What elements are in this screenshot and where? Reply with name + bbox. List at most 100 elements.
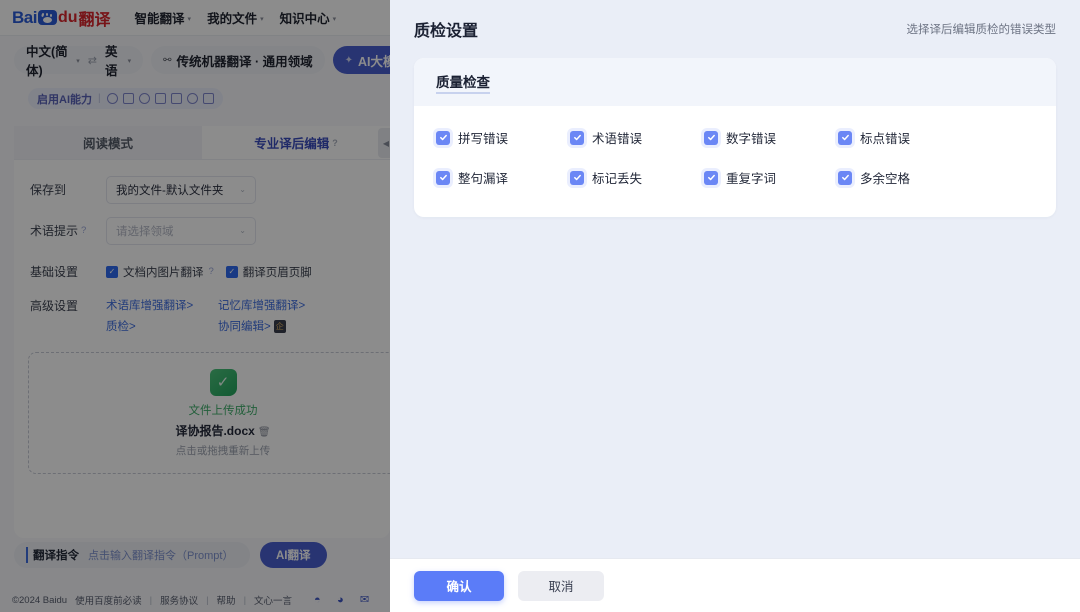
top-navigation-bar: Bai du 翻译 智能翻译 ▾ 我的文件 ▾ 知识中心 ▾: [0, 0, 390, 36]
checkbox-checked-icon: [436, 130, 450, 145]
form-row-term-hint: 术语提示 ? 请选择领域 ⌄: [14, 215, 390, 246]
wechat-icon[interactable]: ◕: [337, 594, 350, 606]
help-icon[interactable]: ?: [209, 266, 214, 277]
help-icon[interactable]: ?: [332, 138, 338, 148]
term-hint-placeholder: 请选择领域: [116, 225, 174, 238]
checkbox-checked-icon: ✓: [225, 265, 238, 278]
checkbox-terminology-error[interactable]: 术语错误: [570, 128, 704, 147]
checkbox-label: 多余空格: [860, 172, 911, 186]
cancel-button[interactable]: 取消: [518, 570, 604, 601]
footer-social-icons: ◓ ◕ ✉: [314, 594, 373, 606]
uploaded-file-name-row: 译协报告.docx 🗑: [175, 422, 270, 439]
checkbox-repeated-words[interactable]: 重复字词: [704, 168, 838, 187]
chevron-right-icon: >: [186, 300, 194, 312]
modal-title: 质检设置: [414, 23, 479, 40]
chevron-down-icon: ⌄: [239, 226, 246, 235]
tab-label: 阅读模式: [82, 137, 133, 151]
delete-file-icon[interactable]: 🗑: [258, 427, 271, 438]
advanced-links: 术语库增强翻译> 记忆库增强翻译> 质检> 协同编辑> 企: [106, 297, 330, 334]
advanced-links-row-1: 术语库增强翻译> 记忆库增强翻译>: [106, 297, 330, 313]
field-label: 术语提示 ?: [14, 222, 106, 239]
magic-wand-icon[interactable]: [106, 93, 118, 104]
ai-capability-icons: [106, 93, 214, 104]
language-bar: 中文(简体) ▾ ⇄ 英语 ▾ ⚯ 传统机器翻译 · 通用领域 ✦ AI大模型: [0, 44, 420, 78]
source-language-select[interactable]: 中文(简体) ▾: [26, 41, 80, 79]
quality-check-settings-modal: 质检设置 选择译后编辑质检的错误类型 质量检查 拼写错误 术语错误 数字错误 标…: [390, 0, 1080, 612]
term-hint-label: 术语提示: [30, 224, 79, 238]
link-quality-check[interactable]: 质检>: [106, 318, 218, 334]
checkbox-checked-icon: [838, 130, 852, 145]
shield-check-icon: ✓: [209, 368, 237, 396]
link-termbase-enhanced[interactable]: 术语库增强翻译>: [106, 297, 218, 313]
mail-icon[interactable]: ✉: [360, 594, 373, 606]
link-label: 术语库增强翻译: [106, 300, 187, 312]
baidu-fanyi-logo[interactable]: Bai du 翻译: [12, 6, 111, 30]
weibo-icon[interactable]: ◓: [314, 594, 327, 606]
target-icon[interactable]: [138, 93, 150, 104]
prompt-input-wrapper[interactable]: 翻译指令 点击输入翻译指令（Prompt）: [14, 542, 250, 568]
edit-icon[interactable]: [170, 93, 182, 104]
swap-languages-icon[interactable]: ⇄: [88, 54, 97, 67]
target-language-select[interactable]: 英语 ▾: [105, 41, 131, 79]
mode-traditional-mt[interactable]: ⚯ 传统机器翻译 · 通用领域: [151, 46, 325, 74]
footer-link-must-read[interactable]: 使用百度前必读: [75, 593, 142, 607]
form-row-advanced-settings: 高级设置 术语库增强翻译> 记忆库增强翻译> 质检> 协同编辑> 企: [14, 297, 390, 334]
ai-capability-bar: 启用AI能力 |: [28, 88, 223, 109]
form-row-save-to: 保存到 我的文件-默认文件夹 ⌄: [14, 174, 390, 205]
chevron-right-icon: >: [264, 321, 271, 333]
link-memory-enhanced[interactable]: 记忆库增强翻译>: [218, 297, 330, 313]
link-label: 记忆库增强翻译: [218, 300, 299, 312]
page-footer: ©2024 Baidu 使用百度前必读 | 服务协议 | 帮助 | 文心一言 ◓…: [0, 588, 420, 612]
logo-text-suffix: 翻译: [78, 11, 111, 29]
zoom-icon[interactable]: [186, 93, 198, 104]
confirm-button[interactable]: 确认: [414, 570, 504, 601]
checkbox-checked-icon: [838, 170, 852, 185]
target-language-label: 英语: [104, 45, 118, 78]
file-upload-dropzone[interactable]: ✓ 文件上传成功 译协报告.docx 🗑 点击或拖拽重新上传: [28, 352, 418, 474]
checkbox-label: 数字错误: [726, 132, 777, 146]
chevron-down-icon: ⌄: [239, 185, 246, 194]
uploaded-file-name: 译协报告.docx: [175, 423, 255, 438]
nav-item-knowledge-center[interactable]: 知识中心 ▾: [280, 8, 337, 27]
checkbox-label: 术语错误: [592, 132, 643, 146]
logo-text-bai: Bai: [12, 7, 37, 27]
language-selector[interactable]: 中文(简体) ▾ ⇄ 英语 ▾: [14, 45, 144, 78]
nav-item-smart-translate[interactable]: 智能翻译 ▾: [135, 8, 192, 27]
ai-translate-button[interactable]: AI翻译: [260, 542, 327, 568]
term-hint-select[interactable]: 请选择领域 ⌄: [106, 216, 256, 245]
checkbox-sentence-omission[interactable]: 整句漏译: [436, 168, 570, 187]
footer-link-terms[interactable]: 服务协议: [160, 593, 198, 607]
tab-reading-mode[interactable]: 阅读模式: [14, 126, 202, 159]
quality-check-card: 质量检查 拼写错误 术语错误 数字错误 标点错误 整句漏译 标记丢失 重复字词 …: [414, 58, 1056, 217]
checkbox-label: 整句漏译: [458, 172, 509, 186]
footer-link-help[interactable]: 帮助: [217, 593, 236, 607]
checkbox-translate-header-footer[interactable]: ✓ 翻译页眉页脚: [225, 264, 312, 280]
checkbox-translate-images[interactable]: ✓ 文档内图片翻译 ?: [106, 264, 214, 280]
nav-item-my-files[interactable]: 我的文件 ▾: [207, 8, 264, 27]
chevron-down-icon: ▾: [76, 58, 80, 65]
quality-check-card-title: 质量检查: [436, 71, 490, 94]
doc-scan-icon[interactable]: [122, 93, 134, 104]
footer-link-ernie[interactable]: 文心一言: [254, 593, 292, 607]
nav-item-label: 知识中心: [279, 12, 330, 26]
cube-icon[interactable]: [202, 93, 214, 104]
divider: |: [98, 93, 101, 104]
checkbox-tag-missing[interactable]: 标记丢失: [570, 168, 704, 187]
tab-professional-post-edit[interactable]: 专业译后编辑 ?: [202, 126, 390, 159]
checkbox-spelling-error[interactable]: 拼写错误: [436, 128, 570, 147]
checkbox-punctuation-error[interactable]: 标点错误: [838, 128, 972, 147]
checkbox-checked-icon: [704, 170, 718, 185]
link-collaborative-edit[interactable]: 协同编辑> 企: [218, 318, 330, 334]
basic-settings-label-wrap: 基础设置: [14, 263, 106, 280]
checkbox-label: 拼写错误: [458, 132, 509, 146]
prompt-input-placeholder: 点击输入翻译指令（Prompt）: [88, 550, 234, 562]
save-to-select[interactable]: 我的文件-默认文件夹 ⌄: [106, 175, 256, 204]
copy-icon[interactable]: [154, 93, 166, 104]
mode-label: 传统机器翻译 · 通用领域: [176, 54, 313, 69]
checkbox-extra-spaces[interactable]: 多余空格: [838, 168, 972, 187]
checkbox-number-error[interactable]: 数字错误: [704, 128, 838, 147]
nav-menu: 智能翻译 ▾ 我的文件 ▾ 知识中心 ▾: [135, 8, 337, 27]
checkbox-label: 翻译页眉页脚: [242, 266, 312, 279]
help-icon[interactable]: ?: [81, 225, 86, 236]
upload-status-text: 文件上传成功: [188, 404, 258, 417]
